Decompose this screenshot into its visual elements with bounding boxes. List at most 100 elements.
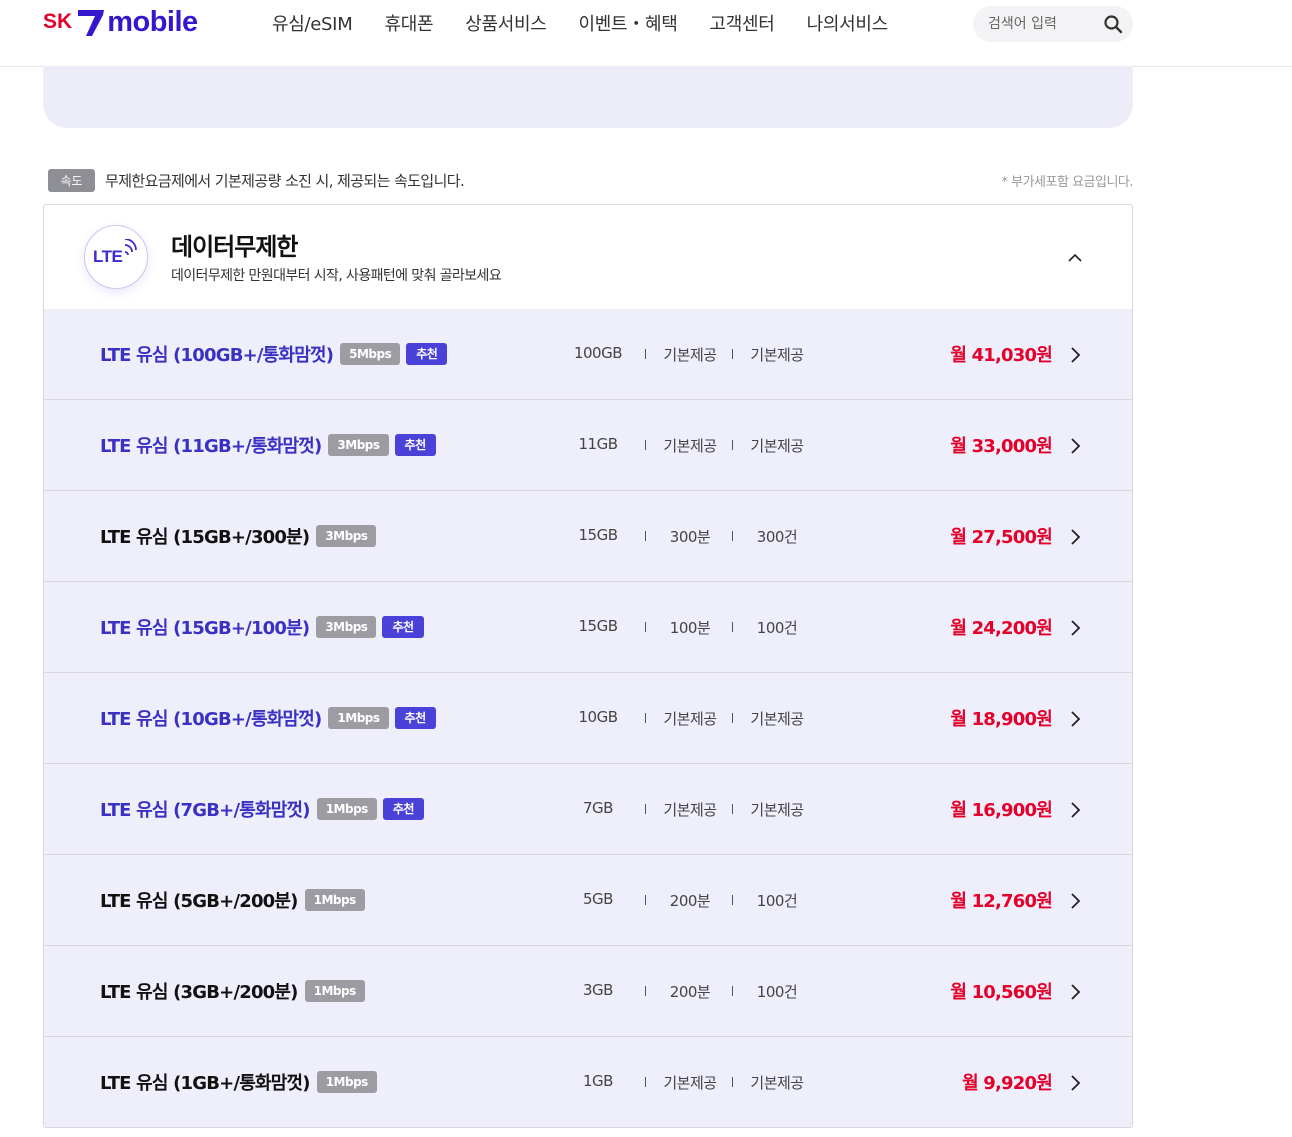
chevron-right-icon[interactable]: [1068, 800, 1082, 820]
plan-name-text: LTE 유심 (1GB+/통화맘껏): [100, 1073, 310, 1094]
plan-name-text: LTE 유심 (100GB+/통화맘껏): [100, 345, 334, 366]
recommended-badge: 추천: [382, 798, 424, 820]
chevron-right-icon[interactable]: [1068, 618, 1082, 638]
recommended-badge: 추천: [394, 707, 436, 729]
spec-divider: [732, 622, 733, 632]
plan-data-amount: 15GB: [578, 526, 618, 544]
logo[interactable]: SK mobile: [43, 5, 198, 39]
plan-name: LTE 유심 (1GB+/통화맘껏) 1Mbps: [100, 1069, 383, 1095]
plan-data-amount: 1GB: [583, 1072, 613, 1090]
plan-sms-amount: 300건: [756, 528, 798, 546]
chevron-right-icon[interactable]: [1068, 345, 1082, 365]
spec-divider: [645, 622, 646, 632]
speed-info-text: 무제한요금제에서 기본제공량 소진 시, 제공되는 속도입니다.: [105, 172, 465, 190]
chevron-up-icon[interactable]: [1062, 245, 1088, 271]
plan-sms-amount: 기본제공: [750, 710, 804, 728]
spec-divider: [732, 804, 733, 814]
main-nav: 유심/eSIM 휴대폰 상품서비스 이벤트・혜택 고객센터 나의서비스: [272, 10, 920, 36]
spec-divider: [732, 895, 733, 905]
lte-badge-text: LTE: [93, 247, 123, 266]
plan-row[interactable]: LTE 유심 (7GB+/통화맘껏) 1Mbps 추천 7GB 기본제공 기본제…: [44, 764, 1132, 855]
lte-badge: LTE: [84, 225, 148, 289]
spec-divider: [645, 895, 646, 905]
search-box: [973, 6, 1133, 42]
plan-sms-amount: 100건: [756, 619, 798, 637]
plan-sms-amount: 기본제공: [750, 437, 804, 455]
spec-divider: [732, 440, 733, 450]
chevron-right-icon[interactable]: [1068, 527, 1082, 547]
plan-price: 월 9,920원: [962, 1073, 1053, 1094]
speed-badge: 1Mbps: [316, 1071, 377, 1093]
speed-badge: 3Mbps: [328, 434, 389, 456]
chevron-right-icon[interactable]: [1068, 709, 1082, 729]
site-header: SK mobile 유심/eSIM 휴대폰 상품서비스 이벤트・혜택 고객센터 …: [0, 0, 1292, 67]
nav-item-myservice[interactable]: 나의서비스: [807, 10, 889, 36]
logo-mobile-text: mobile: [107, 5, 198, 38]
plan-row[interactable]: LTE 유심 (10GB+/통화맘껏) 1Mbps 추천 10GB 기본제공 기…: [44, 673, 1132, 764]
plan-name: LTE 유심 (15GB+/100분) 3Mbps 추천: [100, 614, 424, 640]
nav-item-usim[interactable]: 유심/eSIM: [272, 10, 353, 36]
plan-price: 월 41,030원: [950, 345, 1052, 366]
section-title: 데이터무제한: [171, 233, 298, 261]
plan-data-amount: 5GB: [583, 890, 613, 908]
spec-divider: [645, 1077, 646, 1087]
speed-info-row: 속도 무제한요금제에서 기본제공량 소진 시, 제공되는 속도입니다. * 부가…: [48, 168, 1133, 192]
plan-panel: LTE 데이터무제한 데이터무제한 만원대부터 시작, 사용패턴에 맞춰 골라보…: [43, 204, 1133, 1128]
plan-row[interactable]: LTE 유심 (15GB+/100분) 3Mbps 추천 15GB 100분 1…: [44, 582, 1132, 673]
panel-header[interactable]: LTE 데이터무제한 데이터무제한 만원대부터 시작, 사용패턴에 맞춰 골라보…: [44, 205, 1132, 310]
plan-price: 월 12,760원: [950, 891, 1052, 912]
plan-row[interactable]: LTE 유심 (3GB+/200분) 1Mbps 3GB 200분 100건 월…: [44, 946, 1132, 1037]
speed-badge: 1Mbps: [304, 889, 365, 911]
plan-sms-amount: 100건: [756, 892, 798, 910]
top-banner-bottom: [43, 66, 1133, 128]
plan-price: 월 10,560원: [950, 982, 1052, 1003]
plan-name-text: LTE 유심 (7GB+/통화맘껏): [100, 800, 310, 821]
nav-item-events[interactable]: 이벤트・혜택: [579, 10, 678, 36]
spec-divider: [732, 986, 733, 996]
plan-row[interactable]: LTE 유심 (15GB+/300분) 3Mbps 15GB 300분 300건…: [44, 491, 1132, 582]
spec-divider: [645, 804, 646, 814]
plan-data-amount: 7GB: [583, 799, 613, 817]
plan-name: LTE 유심 (5GB+/200분) 1Mbps: [100, 887, 371, 913]
plan-row[interactable]: LTE 유심 (1GB+/통화맘껏) 1Mbps 1GB 기본제공 기본제공 월…: [44, 1037, 1132, 1127]
plan-name: LTE 유심 (15GB+/300분) 3Mbps: [100, 523, 382, 549]
plan-price: 월 33,000원: [950, 436, 1052, 457]
spec-divider: [645, 349, 646, 359]
plan-row[interactable]: LTE 유심 (5GB+/200분) 1Mbps 5GB 200분 100건 월…: [44, 855, 1132, 946]
nav-item-products[interactable]: 상품서비스: [465, 10, 547, 36]
plan-row[interactable]: LTE 유심 (100GB+/통화맘껏) 5Mbps 추천 100GB 기본제공…: [44, 309, 1132, 400]
chevron-right-icon[interactable]: [1068, 891, 1082, 911]
plan-name: LTE 유심 (3GB+/200분) 1Mbps: [100, 978, 371, 1004]
plan-name-text: LTE 유심 (10GB+/통화맘껏): [100, 709, 322, 730]
plan-call-amount: 기본제공: [663, 1074, 717, 1092]
speed-badge: 5Mbps: [340, 343, 401, 365]
speed-badge: 3Mbps: [316, 525, 377, 547]
plan-name-text: LTE 유심 (11GB+/통화맘껏): [100, 436, 322, 457]
plan-name-text: LTE 유심 (15GB+/100분): [100, 618, 310, 639]
plan-name-text: LTE 유심 (15GB+/300분): [100, 527, 310, 548]
spec-divider: [645, 440, 646, 450]
plan-sms-amount: 기본제공: [750, 1074, 804, 1092]
search-input[interactable]: [988, 6, 1098, 42]
plan-sms-amount: 100건: [756, 983, 798, 1001]
plan-call-amount: 300분: [669, 528, 711, 546]
spec-divider: [645, 713, 646, 723]
recommended-badge: 추천: [394, 434, 436, 456]
recommended-badge: 추천: [406, 343, 448, 365]
speed-badge: 3Mbps: [316, 616, 377, 638]
chevron-right-icon[interactable]: [1068, 436, 1082, 456]
plan-sms-amount: 기본제공: [750, 801, 804, 819]
chevron-right-icon[interactable]: [1068, 982, 1082, 1002]
search-icon[interactable]: [1103, 14, 1123, 34]
plan-name-text: LTE 유심 (3GB+/200분): [100, 982, 298, 1003]
nav-item-phone[interactable]: 휴대폰: [384, 10, 433, 36]
spec-divider: [732, 713, 733, 723]
vat-note: * 부가세포함 요금입니다.: [1001, 175, 1134, 190]
nav-item-support[interactable]: 고객센터: [710, 10, 775, 36]
plan-call-amount: 기본제공: [663, 801, 717, 819]
chevron-right-icon[interactable]: [1068, 1073, 1082, 1093]
spec-divider: [732, 531, 733, 541]
plan-row[interactable]: LTE 유심 (11GB+/통화맘껏) 3Mbps 추천 11GB 기본제공 기…: [44, 400, 1132, 491]
spec-divider: [732, 1077, 733, 1087]
logo-sk-text: SK: [43, 10, 73, 33]
